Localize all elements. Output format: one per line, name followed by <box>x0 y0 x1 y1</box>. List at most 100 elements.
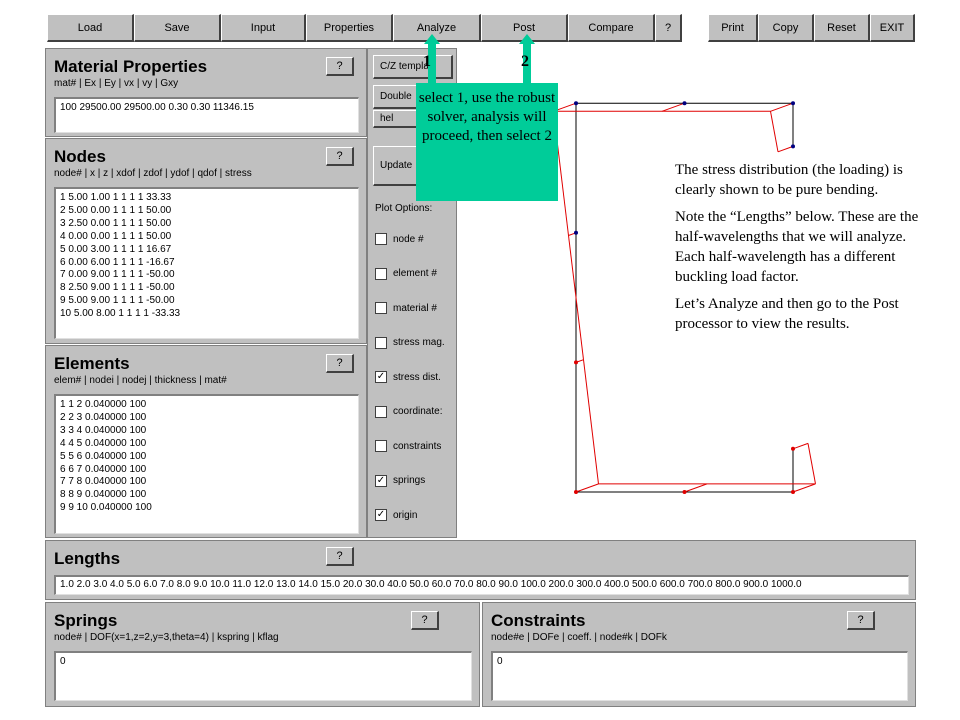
node-row: 1 5.00 1.00 1 1 1 1 33.33 <box>60 192 172 203</box>
marker-1: 1 <box>423 53 431 70</box>
element-row: 8 8 9 0.040000 100 <box>60 489 147 501</box>
plot-option-constraints[interactable]: constraints <box>375 440 441 452</box>
node-point <box>574 230 578 235</box>
checkbox[interactable] <box>375 440 387 452</box>
checkbox[interactable] <box>375 405 387 418</box>
springs-input[interactable]: 0 <box>54 651 472 701</box>
node-point <box>682 490 687 494</box>
compare-button[interactable]: Compare <box>568 14 655 42</box>
node-row: 3 2.50 0.00 1 1 1 1 50.00 <box>60 217 172 229</box>
nodes-help-button[interactable]: ? <box>326 147 354 166</box>
input-button[interactable]: Input <box>221 14 306 42</box>
node-row: 9 5.00 9.00 1 1 1 1 -50.00 <box>60 295 175 307</box>
element-row: 4 4 5 0.040000 100 <box>60 437 147 449</box>
plot-option-label: material # <box>393 302 437 314</box>
help-button[interactable]: ? <box>655 14 682 42</box>
element-row: 6 6 7 0.040000 100 <box>60 463 147 475</box>
node-row: 6 0.00 6.00 1 1 1 1 -16.67 <box>60 256 175 268</box>
elements-help-button[interactable]: ? <box>326 354 354 373</box>
elements-title: Elements <box>54 354 130 373</box>
node-point <box>791 144 795 149</box>
springs-title: Springs <box>54 611 118 630</box>
stress-envelope <box>770 111 779 152</box>
stress-connector <box>792 483 816 493</box>
plot-option-coordinate[interactable]: coordinate: <box>375 405 442 418</box>
exit-button[interactable]: EXIT <box>870 14 915 42</box>
lengths-title: Lengths <box>54 549 121 568</box>
save-button[interactable]: Save <box>134 14 221 42</box>
plot-option-material[interactable]: material # <box>375 302 437 314</box>
stress-envelope <box>583 359 599 484</box>
springs-panel: Springs node# | DOF(x=1,z=2,y=3,theta=4)… <box>45 602 480 707</box>
plot-option-stress-mag[interactable]: stress mag. <box>375 336 445 349</box>
node-point <box>574 490 578 494</box>
node-point <box>791 101 795 106</box>
plot-option-springs[interactable]: ✓ springs <box>375 474 426 487</box>
element-row: 5 5 6 0.040000 100 <box>60 450 147 462</box>
stress-connector <box>792 442 809 450</box>
stress-connector <box>661 102 685 112</box>
plot-option-node[interactable]: node # <box>375 233 424 245</box>
lengths-help-button[interactable]: ? <box>326 547 354 566</box>
material-title: Material Properties <box>54 57 208 76</box>
stress-envelope <box>807 443 816 484</box>
node-row: 2 5.00 0.00 1 1 1 1 50.00 <box>60 204 172 216</box>
checkbox[interactable] <box>375 336 387 349</box>
load-button[interactable]: Load <box>47 14 134 42</box>
marker-2: 2 <box>521 53 529 70</box>
nodes-title: Nodes <box>54 147 106 166</box>
stress-connector <box>770 102 794 112</box>
copy-button[interactable]: Copy <box>758 14 814 42</box>
nodes-input[interactable]: 1 5.00 1.00 1 1 1 1 33.33 2 5.00 0.00 1 1… <box>54 187 359 339</box>
stress-connector <box>684 483 708 493</box>
template-button[interactable]: C/Z templa <box>373 55 453 79</box>
material-panel: Material Properties mat# | Ex | Ey | vx … <box>45 48 367 137</box>
plot-option-origin[interactable]: ✓ origin <box>375 509 417 521</box>
instruction-callout: select 1, use the robust solver, analysi… <box>416 83 558 201</box>
constraints-panel: Constraints node#e | DOFe | coeff. | nod… <box>482 602 916 707</box>
checkbox[interactable] <box>375 302 387 314</box>
constraints-subtitle: node#e | DOFe | coeff. | node#k | DOFk <box>491 632 667 643</box>
plot-options-label: Plot Options: <box>375 203 433 214</box>
checkbox[interactable]: ✓ <box>375 509 387 521</box>
nodes-subtitle: node# | x | z | xdof | zdof | ydof | qdo… <box>54 168 252 179</box>
springs-help-button[interactable]: ? <box>411 611 439 630</box>
lengths-input[interactable]: 1.0 2.0 3.0 4.0 5.0 6.0 7.0 8.0 9.0 10.0… <box>54 575 909 595</box>
node-point <box>791 446 795 451</box>
node-row: 7 0.00 9.00 1 1 1 1 -50.00 <box>60 269 175 281</box>
element-row: 9 9 10 0.040000 100 <box>60 502 152 514</box>
plot-option-element[interactable]: element # <box>375 267 437 280</box>
constraints-input[interactable]: 0 <box>491 651 908 701</box>
node-point <box>574 101 578 106</box>
reset-button[interactable]: Reset <box>814 14 870 42</box>
plot-option-stress-dist[interactable]: ✓ stress dist. <box>375 371 441 383</box>
elements-panel: Elements elem# | nodei | nodej | thickne… <box>45 345 367 538</box>
plot-option-label: stress dist. <box>393 371 441 383</box>
material-input[interactable]: 100 29500.00 29500.00 0.30 0.30 11346.15 <box>54 97 359 133</box>
note-paragraph-1: The stress distribution (the loading) is… <box>675 162 903 198</box>
node-point <box>574 360 578 365</box>
element-row: 2 2 3 0.040000 100 <box>60 411 147 423</box>
plot-option-label: node # <box>393 233 424 245</box>
checkbox[interactable]: ✓ <box>375 474 387 487</box>
properties-button[interactable]: Properties <box>306 14 393 42</box>
print-button[interactable]: Print <box>708 14 758 42</box>
element-row: 3 3 4 0.040000 100 <box>60 424 147 436</box>
plot-option-label: springs <box>393 475 426 486</box>
nodes-panel: Nodes node# | x | z | xdof | zdof | ydof… <box>45 138 367 344</box>
stress-connector <box>575 483 599 493</box>
checkbox[interactable]: ✓ <box>375 371 387 383</box>
elements-input[interactable]: 1 1 2 0.040000 100 2 2 3 0.040000 100 3 3 … <box>54 394 359 534</box>
material-help-button[interactable]: ? <box>326 57 354 76</box>
explanation-note: The stress distribution (the loading) is… <box>675 160 920 341</box>
plot-option-label: element # <box>393 268 437 279</box>
elements-subtitle: elem# | nodei | nodej | thickness | mat# <box>54 375 227 386</box>
node-row: 5 0.00 3.00 1 1 1 1 16.67 <box>60 243 172 255</box>
checkbox[interactable] <box>375 267 387 280</box>
constraints-help-button[interactable]: ? <box>847 611 875 630</box>
stress-connector <box>777 145 794 153</box>
lengths-panel: Lengths ? 1.0 2.0 3.0 4.0 5.0 6.0 7.0 8.… <box>45 540 916 600</box>
checkbox[interactable] <box>375 233 387 245</box>
node-row: 8 2.50 9.00 1 1 1 1 -50.00 <box>60 282 175 294</box>
plot-option-label: constraints <box>393 440 442 452</box>
